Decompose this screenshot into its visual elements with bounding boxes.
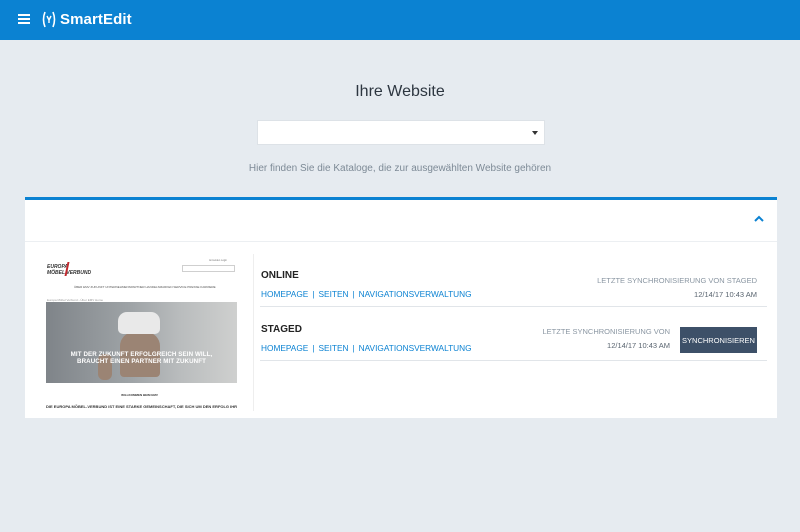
caret-down-icon — [532, 131, 538, 135]
last-sync-date: 12/14/17 10:43 AM — [607, 341, 670, 350]
chevron-up-icon[interactable] — [753, 214, 765, 224]
catalog-name: STAGED — [261, 324, 302, 335]
link-separator: | — [312, 289, 315, 299]
link-separator: | — [312, 343, 315, 353]
catalog-links: HOMEPAGE | SEITEN | NAVIGATIONSVERWALTUNG — [261, 289, 472, 299]
homepage-thumbnail[interactable]: EUROPA MÖBEL VERBUND Anmelden Login ÜBER… — [44, 254, 254, 411]
hamburger-icon[interactable] — [18, 14, 30, 24]
synchronize-button[interactable]: SYNCHRONISIEREN — [680, 327, 757, 353]
app-title: SmartEdit — [60, 11, 132, 28]
hero-text-line2: BRAUCHT EINEN PARTNER MIT ZUKUNFT — [77, 358, 206, 365]
homepage-link[interactable]: HOMEPAGE — [261, 289, 308, 299]
smartedit-logo-icon — [42, 11, 56, 28]
page-subtitle: Hier finden Sie die Kataloge, die zur au… — [248, 163, 552, 174]
page-title: Ihre Website — [355, 83, 445, 100]
site-select[interactable] — [257, 120, 545, 145]
catalog-row-staged: STAGED HOMEPAGE | SEITEN | NAVIGATIONSVERWAL… — [260, 317, 767, 361]
hero-text-line1: MIT DER ZUKUNFT ERFOLGREICH SEIN WILL, — [70, 351, 213, 358]
thumbnail-bottom-line: DIE EUROPA MÖBEL-VERBUND IST EINE STARKE… — [46, 404, 237, 409]
last-sync-date: 12/14/17 10:43 AM — [694, 290, 757, 299]
thumbnail-util-links: Anmelden Login — [209, 259, 228, 262]
pages-link[interactable]: SEITEN — [319, 343, 349, 353]
hero-vr-headset — [118, 312, 160, 334]
navigation-management-link[interactable]: NAVIGATIONSVERWALTUNG — [359, 343, 472, 353]
catalog-card: EUROPA MÖBEL VERBUND Anmelden Login ÜBER… — [25, 197, 777, 418]
link-separator: | — [352, 289, 355, 299]
thumbnail-nav: ÜBER EMV ZUKUNFT UNTERNEHMENSPARTNER HAN… — [74, 285, 216, 289]
link-separator: | — [352, 343, 355, 353]
catalog-links: HOMEPAGE | SEITEN | NAVIGATIONSVERWALTUNG — [261, 343, 472, 353]
homepage-link[interactable]: HOMEPAGE — [261, 343, 308, 353]
card-header — [25, 200, 777, 242]
thumbnail-search-box — [182, 265, 235, 272]
catalog-row-online: ONLINE HOMEPAGE | SEITEN | NAVIGATIONSVERWAL… — [260, 263, 767, 307]
top-bar: SmartEdit — [0, 0, 800, 40]
navigation-management-link[interactable]: NAVIGATIONSVERWALTUNG — [359, 289, 472, 299]
thumbnail-welcome: WILLKOMMEN BEIM EMV — [121, 393, 158, 397]
pages-link[interactable]: SEITEN — [319, 289, 349, 299]
last-sync-label: LETZTE SYNCHRONISIERUNG VON STAGED — [597, 276, 757, 285]
catalog-name: ONLINE — [261, 270, 299, 281]
last-sync-label: LETZTE SYNCHRONISIERUNG VON — [542, 327, 670, 336]
thumbnail-logo-line2: MÖBEL VERBUND — [47, 270, 92, 276]
thumbnail-hero-image: MIT DER ZUKUNFT ERFOLGREICH SEIN WILL, B… — [46, 302, 237, 383]
